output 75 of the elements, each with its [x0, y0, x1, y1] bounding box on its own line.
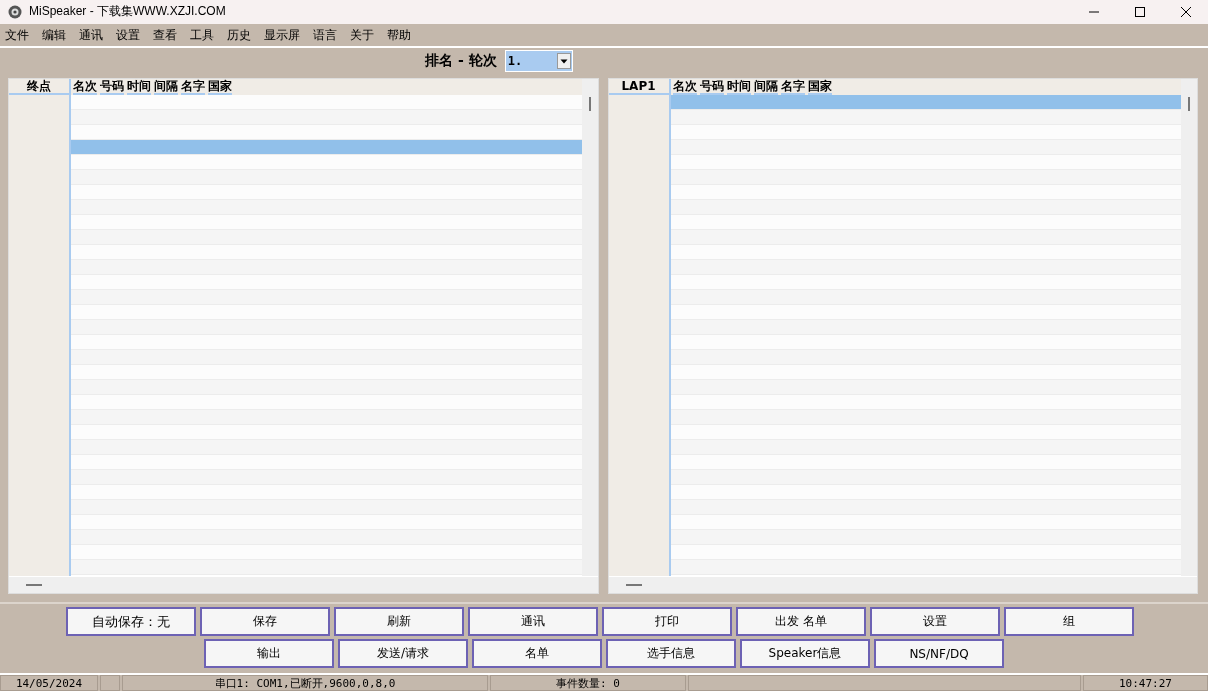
menu-item[interactable]: 语言 [313, 27, 343, 45]
vertical-scrollbar[interactable] [1181, 79, 1197, 577]
toolbar-button[interactable]: 名单 [472, 639, 602, 669]
column-heading[interactable]: 终点 [9, 79, 69, 96]
menu-item[interactable]: 设置 [116, 27, 146, 45]
menu-item[interactable]: 工具 [190, 27, 220, 45]
window-title: MiSpeaker - 下载集WWW.XZJI.COM [29, 3, 226, 21]
table-row[interactable] [670, 500, 1181, 516]
toolbar-button[interactable]: 设置 [870, 607, 1000, 637]
maximize-icon[interactable] [1134, 5, 1146, 18]
table-row[interactable] [71, 170, 582, 186]
table-row[interactable] [71, 530, 582, 546]
table-row[interactable] [71, 140, 582, 156]
autosave-status: 自动保存：无 [66, 607, 196, 637]
toolbar-button[interactable]: 保存 [200, 607, 330, 637]
toolbar-button[interactable]: 出发 名单 [736, 607, 866, 637]
status-panel: 事件数量: 0 [490, 675, 686, 691]
app-icon [8, 4, 22, 19]
table-row[interactable] [670, 320, 1181, 336]
table-row[interactable] [670, 290, 1181, 306]
close-icon[interactable] [1180, 5, 1192, 18]
round-dropdown[interactable]: 1. [504, 49, 573, 72]
caret-icon[interactable] [556, 52, 571, 69]
toolbar-button[interactable]: 组 [1004, 607, 1134, 637]
table-row[interactable] [670, 410, 1181, 426]
table-row[interactable] [670, 560, 1181, 576]
status-panel [100, 675, 120, 691]
menu-item[interactable]: 历史 [227, 27, 257, 45]
column-heading[interactable]: LAP1 [608, 79, 669, 96]
toolbar-button[interactable]: 发送/请求 [338, 639, 468, 669]
menu-item[interactable]: 通讯 [79, 27, 109, 45]
horizontal-scrollbar[interactable] [9, 576, 598, 594]
table-row[interactable] [71, 200, 582, 216]
menu-item[interactable]: 查看 [153, 27, 183, 45]
horizontal-scrollbar[interactable] [608, 576, 1197, 594]
table-row[interactable] [670, 230, 1181, 246]
table-row[interactable] [670, 380, 1181, 396]
table-row[interactable] [670, 170, 1181, 186]
toolbar-button[interactable]: Speaker信息 [740, 639, 870, 669]
table-row[interactable] [71, 290, 582, 306]
table-row[interactable] [670, 470, 1181, 486]
table-row[interactable] [71, 500, 582, 516]
table-row[interactable] [670, 140, 1181, 156]
toolbar-button[interactable]: 选手信息 [606, 639, 736, 669]
table-row[interactable] [670, 260, 1181, 276]
toolbar-button[interactable]: NS/NF/DQ [874, 639, 1004, 669]
table-row[interactable] [670, 530, 1181, 546]
menu-item[interactable]: 编辑 [42, 27, 72, 45]
table-row[interactable] [670, 440, 1181, 456]
status-panel: 串口1: COM1,已断开,9600,0,8,0 [122, 675, 488, 691]
status-panel: 10:47:27 [1083, 675, 1208, 691]
toolbar-button[interactable]: 输出 [204, 639, 334, 669]
toolbar-button[interactable]: 通讯 [468, 607, 598, 637]
toolbar-button[interactable]: 打印 [602, 607, 732, 637]
toolbar-button[interactable]: 刷新 [334, 607, 464, 637]
menu-item[interactable]: 显示屏 [264, 27, 306, 45]
table-row[interactable] [670, 110, 1181, 126]
table-row[interactable] [71, 380, 582, 396]
menu-item[interactable]: 关于 [350, 27, 380, 45]
menu-item[interactable]: 帮助 [387, 27, 417, 45]
table-row[interactable] [71, 110, 582, 126]
menu-item[interactable]: 文件 [5, 27, 35, 45]
table-row[interactable] [670, 350, 1181, 366]
table-row[interactable] [71, 560, 582, 576]
table-row[interactable] [670, 95, 1181, 111]
table-row[interactable] [71, 350, 582, 366]
table-row[interactable] [71, 230, 582, 246]
table-row[interactable] [71, 440, 582, 456]
table-row[interactable] [71, 410, 582, 426]
table-row[interactable] [71, 320, 582, 336]
table-row[interactable] [670, 200, 1181, 216]
round-label: 排名 - 轮次 [425, 51, 497, 70]
status-panel: 14/05/2024 [0, 675, 98, 691]
table-row[interactable] [71, 470, 582, 486]
table-row[interactable] [71, 260, 582, 276]
